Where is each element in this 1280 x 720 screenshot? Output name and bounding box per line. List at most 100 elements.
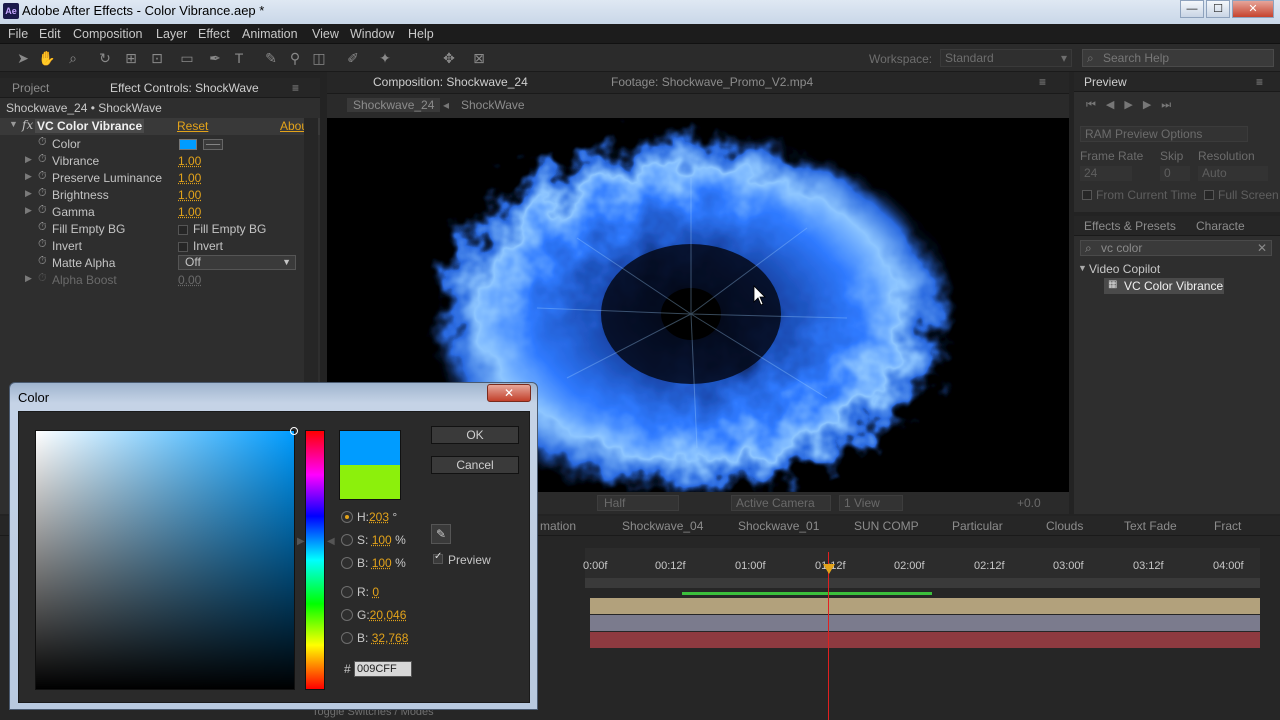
hand-tool-icon[interactable]: ✋ — [38, 49, 56, 67]
expand-triangle-icon[interactable]: ▶ — [25, 205, 32, 216]
fill-empty-bg-checkbox[interactable] — [178, 225, 188, 235]
stopwatch-icon[interactable]: ⏱ — [38, 238, 47, 251]
panel-menu-icon[interactable]: ≡ — [1256, 75, 1263, 89]
menu-composition[interactable]: Composition — [73, 27, 142, 41]
roto-brush-tool-icon[interactable]: ✐ — [344, 49, 362, 67]
view-layout-dropdown[interactable]: 1 View — [839, 495, 903, 511]
exposure-offset[interactable]: +0.0 — [1017, 496, 1041, 510]
frame-rate-field[interactable]: 24 — [1080, 166, 1132, 181]
eraser-tool-icon[interactable]: ◫ — [310, 49, 328, 67]
tab-fract[interactable]: Fract — [1214, 519, 1241, 533]
tab-character[interactable]: Characte — [1196, 219, 1245, 233]
rotate-tool-icon[interactable]: ↻ — [96, 49, 114, 67]
search-help-input[interactable]: ⌕ Search Help — [1082, 49, 1274, 67]
tab-shockwave-04[interactable]: Shockwave_04 — [622, 519, 703, 533]
playback-controls[interactable]: ⏮◀▶▶⏭ — [1086, 98, 1181, 112]
color-swatch[interactable] — [179, 139, 197, 150]
tab-project[interactable]: Project — [12, 81, 49, 95]
category-video-copilot[interactable]: Video Copilot — [1089, 262, 1160, 276]
invert-checkbox[interactable] — [178, 242, 188, 252]
eyedropper-icon[interactable]: ⸺ — [203, 139, 223, 150]
resolution-field[interactable]: Auto — [1198, 166, 1268, 181]
property-value[interactable]: 1.00 — [178, 205, 201, 219]
stopwatch-icon[interactable]: ⏱ — [38, 204, 47, 217]
blue-radio[interactable] — [341, 632, 353, 644]
property-value[interactable]: 1.00 — [178, 171, 201, 185]
tab-shockwave-01[interactable]: Shockwave_01 — [738, 519, 819, 533]
rectangle-tool-icon[interactable]: ▭ — [178, 49, 196, 67]
stopwatch-icon[interactable]: ⏱ — [38, 255, 47, 268]
resolution-dropdown[interactable]: Half — [597, 495, 679, 511]
tab-animation[interactable]: mation — [540, 519, 576, 533]
effect-name[interactable]: VC Color Vibrance — [35, 119, 145, 133]
stopwatch-icon[interactable]: ⏱ — [38, 153, 47, 166]
zoom-tool-icon[interactable]: ⌕ — [64, 49, 82, 67]
puppet-pin-tool-icon[interactable]: ✦ — [376, 49, 394, 67]
hue-value[interactable]: 203 — [369, 510, 389, 524]
menu-file[interactable]: File — [8, 27, 28, 41]
tab-preview[interactable]: Preview — [1084, 75, 1127, 89]
stopwatch-icon[interactable]: ⏱ — [38, 136, 47, 149]
fx-toggle-icon[interactable]: fx — [22, 118, 33, 132]
stopwatch-icon[interactable]: ⏱ — [38, 187, 47, 200]
stopwatch-icon[interactable]: ⏱ — [38, 221, 47, 234]
tab-effects-presets[interactable]: Effects & Presets — [1084, 219, 1176, 233]
saturation-radio[interactable] — [341, 534, 353, 546]
tab-particular[interactable]: Particular — [952, 519, 1003, 533]
hue-slider[interactable] — [305, 430, 325, 690]
effect-reset-link[interactable]: Reset — [177, 119, 208, 133]
axis-mode-icon[interactable]: ⊠ — [470, 49, 488, 67]
color-field-marker[interactable] — [290, 427, 298, 435]
hue-slider-right-arrow-icon[interactable]: ◀ — [327, 536, 335, 547]
saturation-brightness-field[interactable] — [35, 427, 298, 690]
hex-color-input[interactable]: 009CFF — [354, 661, 412, 677]
original-color-swatch[interactable] — [339, 465, 401, 500]
menu-edit[interactable]: Edit — [39, 27, 61, 41]
matte-alpha-dropdown[interactable]: Off ▼ — [178, 255, 296, 270]
skip-field[interactable]: 0 — [1160, 166, 1190, 181]
menu-effect[interactable]: Effect — [198, 27, 230, 41]
selection-tool-icon[interactable]: ➤ — [14, 49, 32, 67]
camera-tool-icon[interactable]: ⊞ — [122, 49, 140, 67]
hue-slider-left-arrow-icon[interactable]: ▶ — [297, 536, 305, 547]
work-area-bar[interactable] — [585, 578, 1260, 588]
layer-bar-3[interactable] — [590, 632, 1260, 648]
green-radio[interactable] — [341, 609, 353, 621]
crumb-shockwave-24[interactable]: Shockwave_24 — [347, 98, 441, 112]
tab-footage[interactable]: Footage: Shockwave_Promo_V2.mp4 — [611, 75, 813, 89]
tab-text-fade[interactable]: Text Fade — [1124, 519, 1177, 533]
green-value[interactable]: 20,046 — [370, 608, 407, 622]
expand-triangle-icon[interactable]: ▼ — [1078, 263, 1087, 273]
playhead-icon[interactable] — [823, 564, 835, 574]
red-radio[interactable] — [341, 586, 353, 598]
maximize-button[interactable]: ☐ — [1206, 0, 1230, 18]
workspace-dropdown[interactable]: Standard ▾ — [940, 49, 1072, 67]
current-time-indicator[interactable] — [828, 552, 829, 720]
axis-tool-icon[interactable]: ✥ — [440, 49, 458, 67]
blue-value[interactable]: 32,768 — [372, 631, 409, 645]
saturation-value[interactable]: 100 — [372, 533, 392, 547]
camera-dropdown[interactable]: Active Camera — [731, 495, 831, 511]
hue-radio[interactable] — [341, 511, 353, 523]
menu-animation[interactable]: Animation — [242, 27, 298, 41]
color-dialog-close-button[interactable]: ✕ — [487, 384, 531, 402]
expand-triangle-icon[interactable]: ▼ — [9, 119, 18, 129]
time-ruler[interactable]: 0:00f 00:12f 01:00f 01:12f 02:00f 02:12f… — [583, 548, 1260, 595]
expand-triangle-icon[interactable]: ▶ — [25, 154, 32, 165]
layer-bar-2[interactable] — [590, 615, 1260, 631]
expand-triangle-icon[interactable]: ▶ — [25, 273, 32, 284]
cancel-button[interactable]: Cancel — [431, 456, 519, 474]
property-value[interactable]: 1.00 — [178, 154, 201, 168]
layer-bar-1[interactable] — [590, 598, 1260, 614]
brightness-value[interactable]: 100 — [372, 556, 392, 570]
expand-triangle-icon[interactable]: ▶ — [25, 171, 32, 182]
pen-tool-icon[interactable]: ✒ — [206, 49, 224, 67]
clear-search-icon[interactable]: ✕ — [1257, 241, 1267, 255]
menu-window[interactable]: Window — [350, 27, 394, 41]
eyedropper-icon[interactable]: ✎ — [431, 524, 451, 544]
tab-clouds[interactable]: Clouds — [1046, 519, 1083, 533]
panel-menu-icon[interactable]: ≡ — [292, 81, 299, 95]
panel-menu-icon[interactable]: ≡ — [1039, 75, 1046, 89]
brightness-radio[interactable] — [341, 557, 353, 569]
menu-layer[interactable]: Layer — [156, 27, 187, 41]
